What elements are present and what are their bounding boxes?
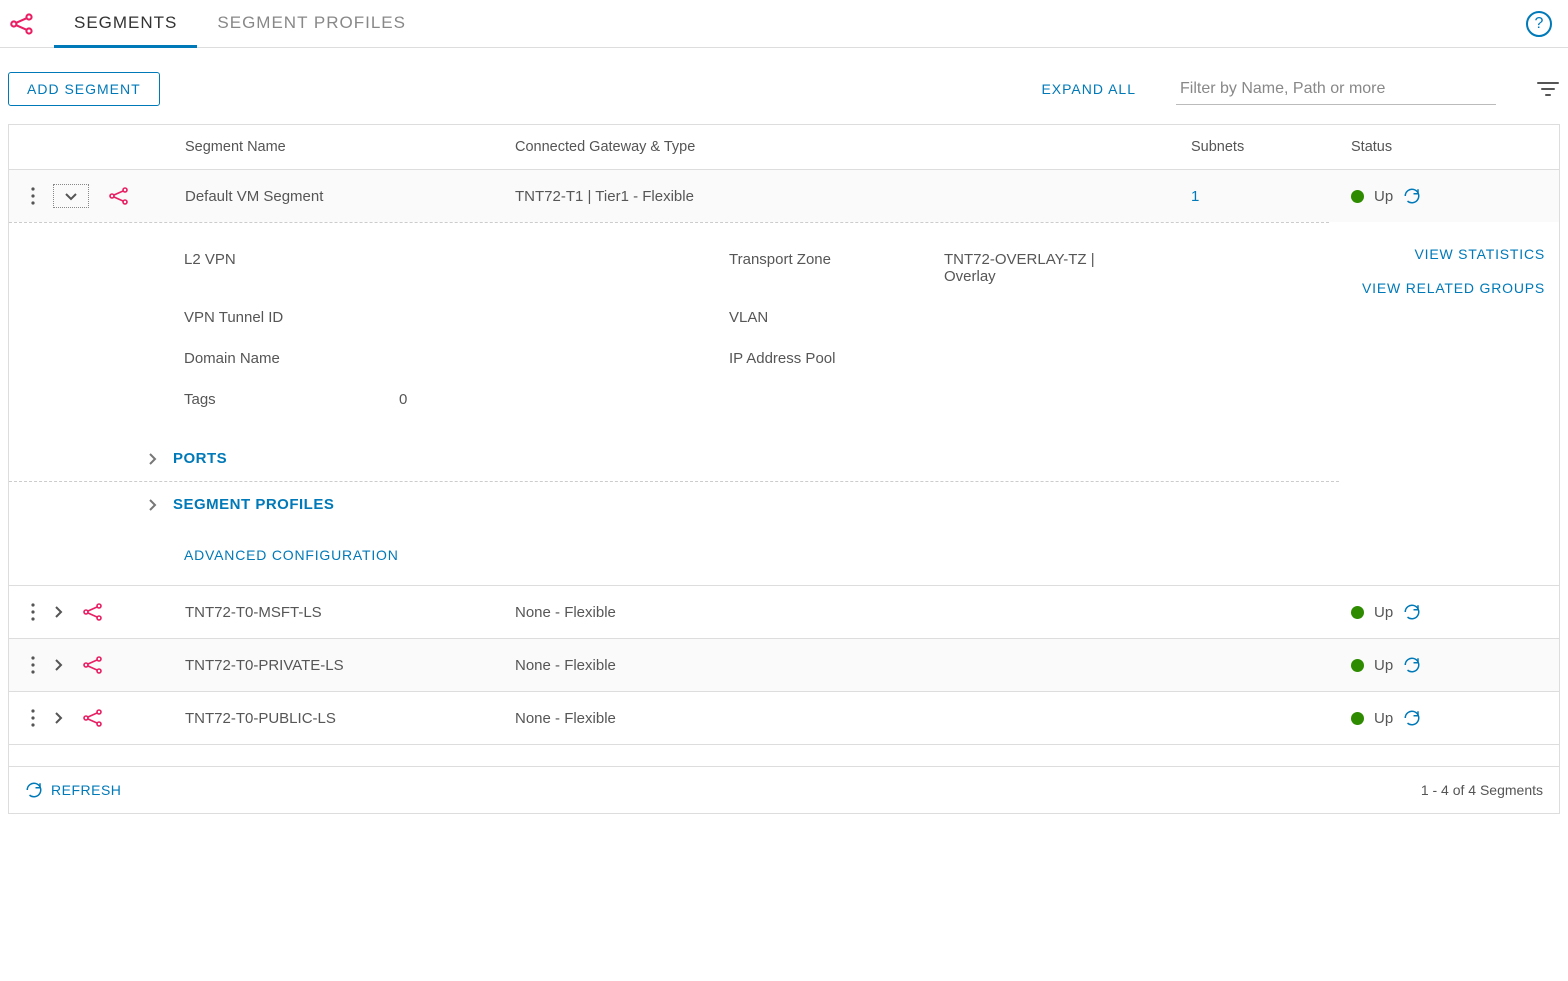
status-text: Up (1374, 188, 1393, 205)
segment-icon (81, 600, 105, 624)
table-row: Default VM Segment TNT72-T1 | Tier1 - Fl… (9, 170, 1559, 222)
filter-icon[interactable] (1536, 80, 1560, 98)
status-indicator-icon (1351, 712, 1364, 725)
pagination-text: 1 - 4 of 4 Segments (1421, 782, 1543, 798)
detail-value-vpn-tunnel (399, 309, 729, 326)
add-segment-button[interactable]: ADD SEGMENT (8, 72, 160, 106)
status-text: Up (1374, 604, 1393, 621)
segment-gateway: None - Flexible (509, 657, 1179, 674)
view-related-groups-link[interactable]: VIEW RELATED GROUPS (1339, 280, 1545, 296)
advanced-configuration-link[interactable]: ADVANCED CONFIGURATION (9, 527, 1559, 586)
status-indicator-icon (1351, 190, 1364, 203)
chevron-right-icon[interactable] (147, 498, 157, 512)
detail-label-l2vpn: L2 VPN (184, 251, 399, 285)
detail-label-domain: Domain Name (184, 350, 399, 367)
view-statistics-link[interactable]: VIEW STATISTICS (1339, 246, 1545, 262)
table-footer: REFRESH 1 - 4 of 4 Segments (9, 766, 1559, 813)
expand-toggle-icon[interactable] (53, 658, 63, 672)
detail-value-l2vpn (399, 251, 729, 285)
refresh-label: REFRESH (51, 782, 121, 798)
row-menu-icon[interactable] (31, 709, 35, 727)
segment-gateway: TNT72-T1 | Tier1 - Flexible (509, 188, 1179, 205)
segment-gateway: None - Flexible (509, 604, 1179, 621)
column-header-name[interactable]: Segment Name (179, 139, 509, 155)
subnet-count-link[interactable]: 1 (1191, 188, 1199, 205)
status-indicator-icon (1351, 659, 1364, 672)
column-header-status[interactable]: Status (1339, 139, 1559, 155)
table-row: TNT72-T0-PRIVATE-LS None - Flexible Up (9, 639, 1559, 692)
refresh-button[interactable]: REFRESH (25, 781, 121, 799)
expand-toggle-icon[interactable] (53, 184, 89, 208)
status-indicator-icon (1351, 606, 1364, 619)
segment-icon (107, 184, 131, 208)
status-refresh-icon[interactable] (1403, 709, 1421, 727)
chevron-right-icon[interactable] (147, 452, 157, 466)
segment-icon (81, 653, 105, 677)
segment-gateway: None - Flexible (509, 710, 1179, 727)
expand-toggle-icon[interactable] (53, 711, 63, 725)
detail-label-vlan: VLAN (729, 309, 944, 326)
segments-table: Segment Name Connected Gateway & Type Su… (8, 124, 1560, 814)
segment-name: TNT72-T0-PUBLIC-LS (179, 710, 509, 727)
detail-label-vpn-tunnel: VPN Tunnel ID (184, 309, 399, 326)
table-row: TNT72-T0-PUBLIC-LS None - Flexible Up (9, 692, 1559, 744)
detail-label-transport-zone: Transport Zone (729, 251, 944, 285)
detail-value-ip-pool (944, 350, 1144, 367)
segment-profiles-section-toggle[interactable]: SEGMENT PROFILES (173, 496, 334, 513)
detail-value-transport-zone: TNT72-OVERLAY-TZ | Overlay (944, 251, 1144, 285)
detail-label-tags: Tags (184, 391, 399, 408)
detail-value-vlan (944, 309, 1144, 326)
column-header-gateway[interactable]: Connected Gateway & Type (509, 139, 1179, 155)
ports-section-toggle[interactable]: PORTS (173, 450, 227, 467)
status-refresh-icon[interactable] (1403, 187, 1421, 205)
row-menu-icon[interactable] (31, 603, 35, 621)
tab-segments[interactable]: SEGMENTS (54, 0, 197, 48)
toolbar: ADD SEGMENT EXPAND ALL (0, 48, 1568, 124)
detail-label-ip-pool: IP Address Pool (729, 350, 944, 367)
detail-value-tags: 0 (399, 391, 729, 408)
table-header: Segment Name Connected Gateway & Type Su… (9, 125, 1559, 170)
filter-input[interactable] (1176, 74, 1496, 105)
segment-details: L2 VPN Transport Zone TNT72-OVERLAY-TZ |… (9, 222, 1329, 436)
status-text: Up (1374, 710, 1393, 727)
status-refresh-icon[interactable] (1403, 656, 1421, 674)
help-icon[interactable]: ? (1526, 11, 1552, 37)
row-menu-icon[interactable] (31, 656, 35, 674)
status-text: Up (1374, 657, 1393, 674)
table-row: TNT72-T0-MSFT-LS None - Flexible Up (9, 586, 1559, 639)
segment-name: TNT72-T0-PRIVATE-LS (179, 657, 509, 674)
column-header-subnets[interactable]: Subnets (1179, 139, 1339, 155)
row-menu-icon[interactable] (31, 187, 35, 205)
tab-segment-profiles[interactable]: SEGMENT PROFILES (197, 0, 426, 48)
segment-name: Default VM Segment (179, 188, 509, 205)
segment-icon (81, 706, 105, 730)
status-refresh-icon[interactable] (1403, 603, 1421, 621)
header-tabs: SEGMENTS SEGMENT PROFILES ? (0, 0, 1568, 48)
detail-value-domain (399, 350, 729, 367)
expand-all-link[interactable]: EXPAND ALL (1041, 81, 1136, 97)
segments-logo-icon (8, 10, 36, 38)
expand-toggle-icon[interactable] (53, 605, 63, 619)
segment-name: TNT72-T0-MSFT-LS (179, 604, 509, 621)
